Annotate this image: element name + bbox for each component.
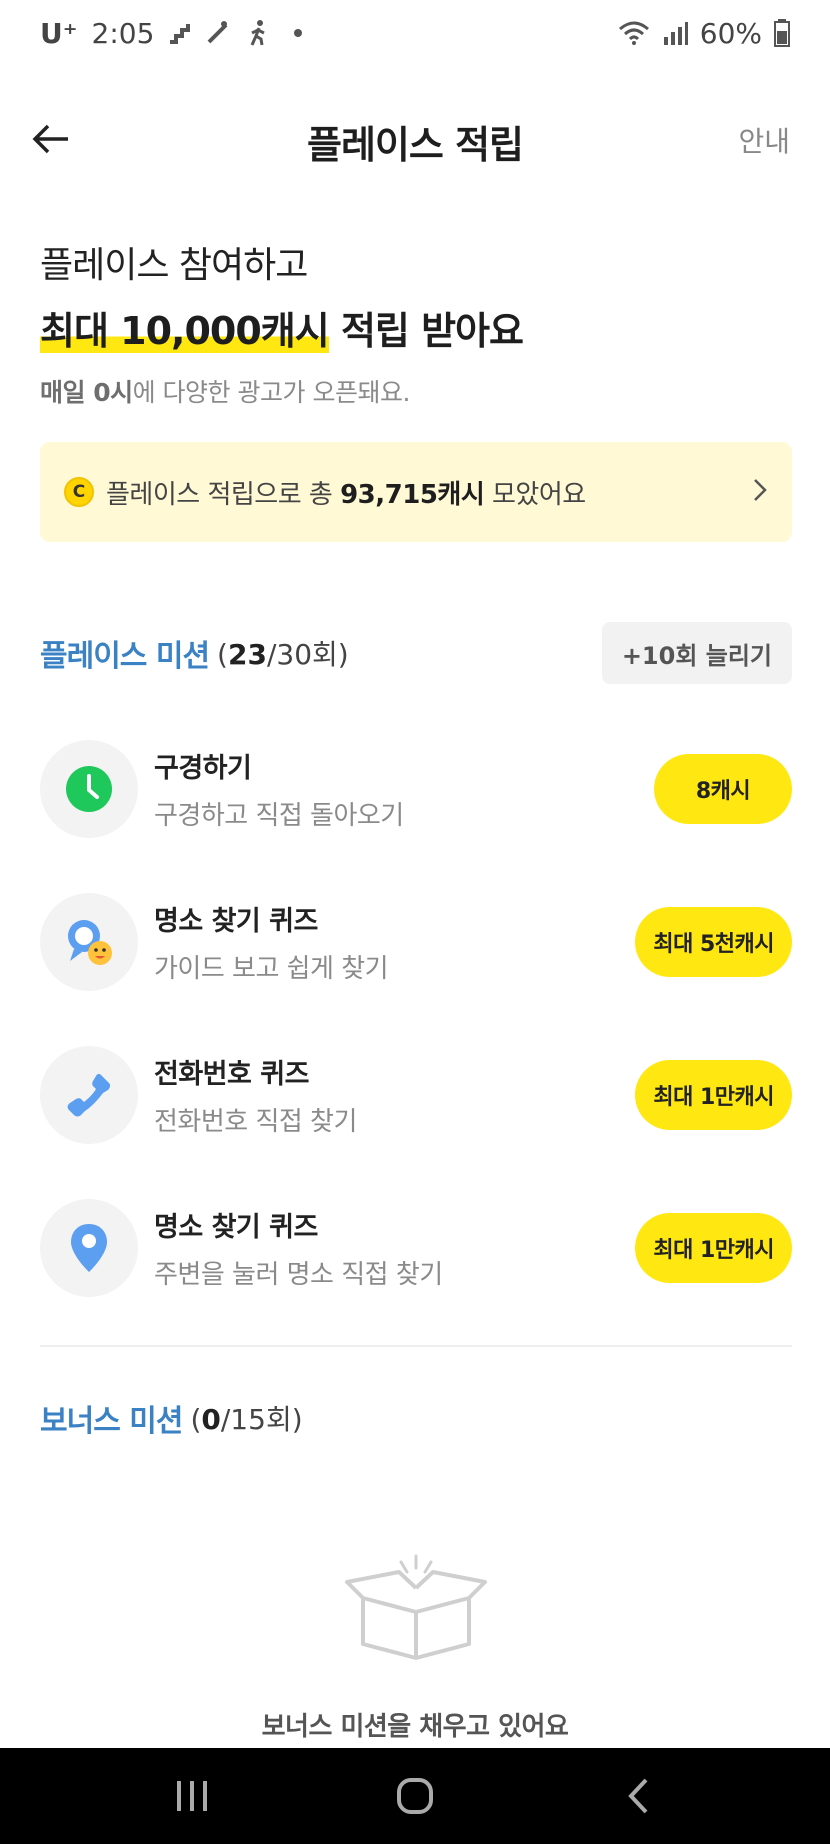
mission-icon-circle (40, 1199, 138, 1297)
mission-reward-button[interactable]: 8캐시 (654, 754, 792, 824)
recent-apps-icon (176, 1781, 207, 1811)
count-rest: /15회) (220, 1403, 303, 1436)
page-title: 플레이스 적립 (307, 123, 524, 167)
clock-icon (66, 766, 112, 812)
mission-reward-button[interactable]: 최대 1만캐시 (635, 1060, 792, 1130)
coin-icon: C (64, 477, 94, 507)
mission-title: 전화번호 퀴즈 (154, 1059, 309, 1090)
hero-description: 매일 0시에 다양한 광고가 오픈돼요. (40, 373, 800, 409)
place-mission-header: 플레이스 미션 (23/30회) +10회 늘리기 (40, 622, 792, 684)
hero-headline-rest: 적립 받아요 (328, 309, 524, 353)
escalator-icon (206, 20, 232, 46)
search-pin-icon (68, 920, 112, 965)
total-amount: 93,715캐시 (340, 479, 485, 510)
signal-icon (662, 21, 688, 45)
clock-time: 2:05 (91, 16, 155, 50)
walking-icon (246, 19, 270, 47)
mission-subtitle: 전화번호 직접 찾기 (154, 1107, 357, 1137)
section-divider (40, 1345, 792, 1347)
bonus-mission-title: 보너스 미션 (40, 1404, 183, 1439)
recent-apps-button[interactable] (152, 1766, 232, 1826)
mission-subtitle: 주변을 눌러 명소 직접 찾기 (154, 1260, 443, 1290)
extend-missions-button[interactable]: +10회 늘리기 (601, 622, 792, 684)
count-done: 23 (227, 638, 267, 671)
hero-description-rest: 에 다양한 광고가 오픈돼요. (132, 378, 411, 407)
hero-description-bold: 매일 0시 (40, 378, 133, 407)
total-suffix: 모았어요 (484, 479, 586, 510)
count-open: ( (190, 1403, 202, 1436)
total-points-text: 플레이스 적립으로 총 93,715캐시 모았어요 (106, 474, 586, 511)
status-bar: U⁺ 2:05 60% (0, 0, 830, 66)
mission-title: 명소 찾기 퀴즈 (154, 906, 318, 937)
count-open: ( (217, 638, 228, 671)
mission-title: 구경하기 (154, 753, 252, 784)
mission-item[interactable]: 명소 찾기 퀴즈 주변을 눌러 명소 직접 찾기 최대 1만캐시 (40, 1198, 792, 1298)
home-button[interactable] (375, 1766, 455, 1826)
empty-box-icon (343, 1548, 489, 1664)
mission-title: 명소 찾기 퀴즈 (154, 1212, 318, 1243)
mission-icon-circle (40, 893, 138, 991)
chevron-right-icon (752, 477, 768, 507)
mission-reward-button[interactable]: 최대 5천캐시 (635, 907, 792, 977)
bonus-mission-count: (0/15회) (190, 1398, 302, 1438)
notification-dot-icon (294, 29, 303, 37)
phone-icon (67, 1073, 111, 1117)
map-pin-icon (71, 1224, 107, 1272)
stairs-icon (168, 22, 192, 44)
empty-state-text: 보너스 미션을 채우고 있어요 (261, 1712, 569, 1742)
hero-subheadline: 최대 10,000캐시 적립 받아요 (40, 300, 800, 355)
wifi-icon (618, 20, 650, 46)
total-prefix: 플레이스 적립으로 총 (106, 479, 341, 510)
mission-item[interactable]: 명소 찾기 퀴즈 가이드 보고 쉽게 찾기 최대 5천캐시 (40, 892, 792, 992)
place-mission-count: (23/30회) (217, 633, 349, 673)
mission-subtitle: 가이드 보고 쉽게 찾기 (154, 954, 389, 984)
mission-reward-button[interactable]: 최대 1만캐시 (635, 1213, 792, 1283)
mission-icon-circle (40, 1046, 138, 1144)
home-icon (396, 1778, 433, 1814)
mission-item[interactable]: 구경하기 구경하고 직접 돌아오기 8캐시 (40, 739, 792, 839)
mission-subtitle: 구경하고 직접 돌아오기 (154, 801, 404, 831)
count-rest: /30회) (266, 638, 349, 671)
count-done: 0 (201, 1403, 221, 1436)
carrier-label: U⁺ (40, 16, 78, 50)
system-back-button[interactable] (598, 1766, 678, 1826)
guide-link[interactable]: 안내 (738, 120, 790, 160)
chevron-left-icon (628, 1778, 648, 1814)
battery-percent: 60% (699, 16, 762, 50)
mission-icon-circle (40, 740, 138, 838)
battery-icon (774, 19, 790, 47)
bonus-mission-header: 보너스 미션 (0/15회) (40, 1387, 792, 1449)
hero-headline: 플레이스 참여하고 (40, 245, 308, 286)
hero-highlight: 최대 10,000캐시 (40, 309, 330, 353)
mission-item[interactable]: 전화번호 퀴즈 전화번호 직접 찾기 최대 1만캐시 (40, 1045, 792, 1145)
total-points-card[interactable]: C 플레이스 적립으로 총 93,715캐시 모았어요 (40, 442, 792, 542)
hero-section: 플레이스 참여하고 최대 10,000캐시 적립 받아요 매일 0시에 다양한 … (40, 236, 800, 409)
system-nav-bar (0, 1748, 830, 1844)
place-mission-title: 플레이스 미션 (40, 639, 210, 674)
top-app-bar: 플레이스 적립 안내 (0, 100, 830, 176)
